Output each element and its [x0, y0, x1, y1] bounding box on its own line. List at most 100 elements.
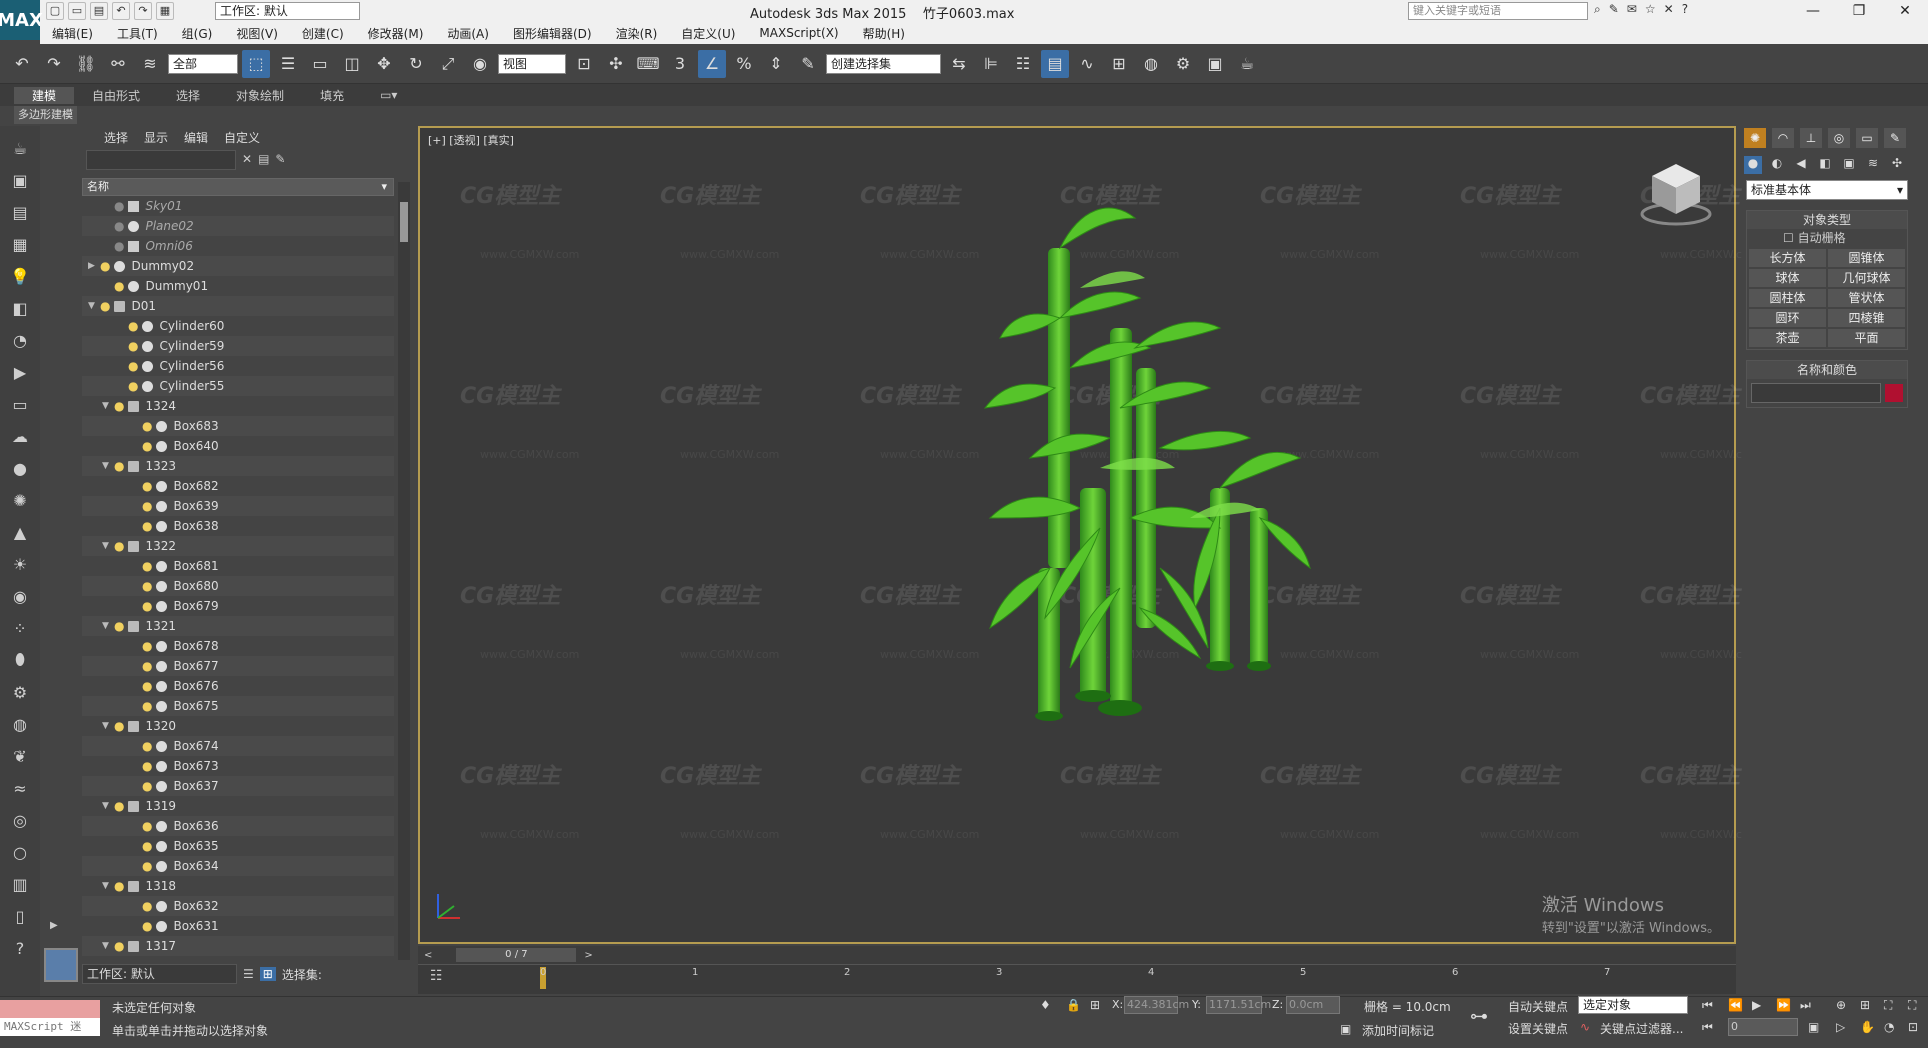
object-color-swatch[interactable]	[1885, 384, 1903, 402]
spacewarps-icon[interactable]: ≋	[1864, 156, 1882, 174]
collapse-arrow-icon[interactable]: ▼	[102, 936, 114, 956]
redo-icon[interactable]: ↷	[40, 50, 68, 78]
help-circle-icon[interactable]: ?	[8, 936, 32, 960]
scene-tree-row[interactable]: ● Box676	[82, 676, 394, 696]
scene-menu-select[interactable]: 选择	[96, 129, 136, 146]
scene-tree-row[interactable]: ▼ ● D01	[82, 296, 394, 316]
menu-customize[interactable]: 自定义(U)	[669, 25, 747, 42]
collapse-arrow-icon[interactable]: ▼	[102, 396, 114, 416]
light-icon[interactable]: 💡	[8, 264, 32, 288]
scene-tree-row[interactable]: ▶ ● Dummy02	[82, 256, 394, 276]
prev-key-icon[interactable]: ⏪	[1728, 998, 1743, 1012]
menu-graph-editors[interactable]: 图形编辑器(D)	[501, 25, 604, 42]
utilities-tab-icon[interactable]: ✎	[1884, 128, 1906, 148]
scene-menu-customize[interactable]: 自定义	[216, 129, 268, 146]
tube-button[interactable]: 管状体	[1828, 289, 1905, 307]
lock-icon[interactable]: 🔒	[1066, 998, 1081, 1012]
workspace-dropdown[interactable]: 工作区: 默认	[215, 2, 360, 20]
visibility-bulb-icon[interactable]: ●	[114, 196, 124, 216]
visibility-bulb-icon[interactable]: ●	[142, 676, 152, 696]
next-frame-arrow-icon[interactable]: >	[584, 950, 592, 961]
menu-views[interactable]: 视图(V)	[224, 25, 290, 42]
new-file-icon[interactable]: ▢	[46, 2, 64, 20]
pan-icon[interactable]: ✋	[1860, 1020, 1875, 1034]
modify-tab-icon[interactable]: ◠	[1772, 128, 1794, 148]
rendered-frame-icon[interactable]: ▣	[1201, 50, 1229, 78]
auto-key-button[interactable]: 自动关键点	[1508, 998, 1568, 1015]
plane-button[interactable]: 平面	[1828, 329, 1905, 347]
scene-tree-row[interactable]: ▼ ● 1319	[82, 796, 394, 816]
collapse-arrow-icon[interactable]: ▼	[102, 536, 114, 556]
tools-icon[interactable]: ✎	[1609, 2, 1619, 17]
prev-frame-arrow-icon[interactable]: <	[424, 950, 432, 961]
shape-icon[interactable]: ▭	[8, 392, 32, 416]
visibility-bulb-icon[interactable]: ●	[114, 236, 124, 256]
scale-icon[interactable]: ⤢	[434, 50, 462, 78]
track-bar[interactable]: 0 1 2 3 4 5 6 7	[418, 964, 1736, 994]
maximize-icon[interactable]: ❐	[1836, 0, 1882, 22]
menu-create[interactable]: 创建(C)	[290, 25, 356, 42]
exchange-icon[interactable]: ✕	[1664, 2, 1674, 17]
key-filters-icon[interactable]: ∿	[1580, 1020, 1590, 1034]
manipulate-icon[interactable]: ✣	[602, 50, 630, 78]
teapot-icon[interactable]: ☕	[8, 136, 32, 160]
undo-icon[interactable]: ↶	[8, 50, 36, 78]
viewport-label[interactable]: [+] [透视] [真实]	[428, 132, 514, 148]
subscription-icon[interactable]: ✉	[1627, 2, 1637, 17]
visibility-bulb-icon[interactable]: ●	[142, 836, 152, 856]
tab-selection[interactable]: 选择	[158, 87, 218, 104]
x-coordinate-field[interactable]: 424.381cm	[1124, 996, 1189, 1014]
scene-scrollbar[interactable]	[398, 182, 410, 960]
scene-menu-edit[interactable]: 编辑	[176, 129, 216, 146]
close-icon[interactable]: ✕	[1882, 0, 1928, 22]
visibility-bulb-icon[interactable]: ●	[100, 256, 110, 276]
scene-tree-row[interactable]: ● Plane02	[82, 216, 394, 236]
scene-tree-row[interactable]: ● Box680	[82, 576, 394, 596]
hair-icon[interactable]: ≈	[8, 776, 32, 800]
cylinder-button[interactable]: 圆柱体	[1749, 289, 1826, 307]
link-icon[interactable]: ⛓	[72, 50, 100, 78]
menu-help[interactable]: 帮助(H)	[851, 25, 917, 42]
zoom-all-icon[interactable]: ⊞	[1860, 998, 1870, 1012]
menu-edit[interactable]: 编辑(E)	[40, 25, 105, 42]
current-frame-input[interactable]: 0	[1728, 1018, 1798, 1036]
next-key-icon[interactable]: ⏩	[1776, 998, 1791, 1012]
scene-filter-input[interactable]	[86, 150, 236, 170]
visibility-bulb-icon[interactable]: ●	[142, 516, 152, 536]
motion-tab-icon[interactable]: ◎	[1828, 128, 1850, 148]
scene-tree-row[interactable]: ▼ ● 1318	[82, 876, 394, 896]
visibility-bulb-icon[interactable]: ●	[142, 436, 152, 456]
scene-tree-row[interactable]: ● Box638	[82, 516, 394, 536]
bamboo-model[interactable]	[960, 188, 1320, 748]
visibility-bulb-icon[interactable]: ●	[128, 316, 138, 336]
teapot-button[interactable]: 茶壶	[1749, 329, 1826, 347]
align-icon[interactable]: ⊫	[977, 50, 1005, 78]
scene-tree-row[interactable]: ▼ ● 1323	[82, 456, 394, 476]
key-icon[interactable]: ⊶	[1470, 1006, 1488, 1027]
place-icon[interactable]: ◉	[466, 50, 494, 78]
scene-tree-row[interactable]: ● Box673	[82, 756, 394, 776]
scene-tree-row[interactable]: ● Box678	[82, 636, 394, 656]
scene-tree-row[interactable]: ▼ ● 1324	[82, 396, 394, 416]
save-icon[interactable]: ▤	[90, 2, 108, 20]
shell-icon[interactable]: ◎	[8, 808, 32, 832]
scene-tree-row[interactable]: ● Box683	[82, 416, 394, 436]
reference-coord-dropdown[interactable]: 视图	[498, 53, 566, 74]
scene-tree-row[interactable]: ● Box640	[82, 436, 394, 456]
angle-snap-icon[interactable]: ∠	[698, 49, 726, 78]
tab-object-paint[interactable]: 对象绘制	[218, 87, 302, 104]
key-filters-button[interactable]: 关键点过滤器...	[1600, 1020, 1683, 1037]
add-time-tag-button[interactable]: 添加时间标记	[1362, 1022, 1434, 1039]
object-name-input[interactable]	[1751, 383, 1881, 403]
open-file-icon[interactable]: ▭	[68, 2, 86, 20]
render-setup-icon[interactable]: ⚙	[1169, 50, 1197, 78]
menu-tools[interactable]: 工具(T)	[105, 25, 170, 42]
maxscript-listener-input[interactable]	[0, 1000, 100, 1018]
scene-tree-row[interactable]: ● Box631	[82, 916, 394, 936]
layers-icon[interactable]: ☰	[243, 967, 254, 981]
object-type-header[interactable]: 对象类型	[1747, 211, 1907, 229]
hierarchy-icon[interactable]: ⊞	[259, 967, 276, 981]
visibility-bulb-icon[interactable]: ●	[114, 456, 124, 476]
scene-tree-row[interactable]: ● Box681	[82, 556, 394, 576]
scene-tree-row[interactable]: ▼ ● 1320	[82, 716, 394, 736]
